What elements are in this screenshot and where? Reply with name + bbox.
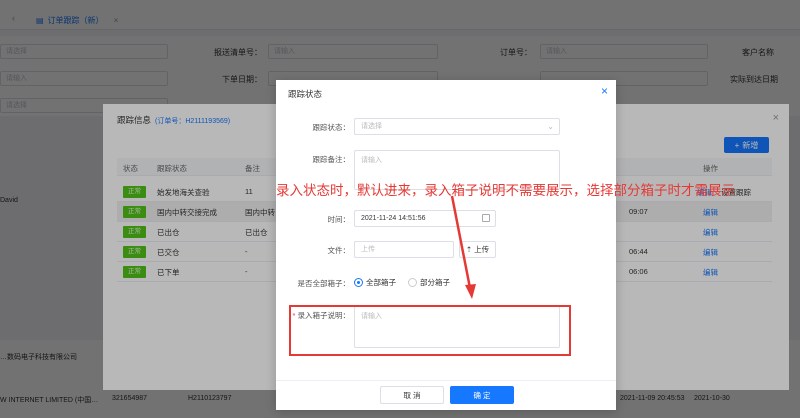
radio-unchecked-icon <box>408 278 417 287</box>
radio-partial-boxes[interactable]: 部分箱子 <box>408 277 450 288</box>
upload-button-label: 上传 <box>474 245 490 254</box>
cancel-button[interactable]: 取 消 <box>380 386 444 404</box>
radio-partial-label: 部分箱子 <box>420 278 450 287</box>
time-label: 时间： <box>327 215 351 224</box>
ok-button[interactable]: 确 定 <box>450 386 514 404</box>
chevron-down-icon: ⌄ <box>547 122 554 131</box>
dialog-footer-divider <box>276 380 616 381</box>
radio-checked-icon <box>354 278 363 287</box>
time-value: 2021-11-24 14:51:56 <box>361 215 426 222</box>
calendar-icon <box>482 214 490 222</box>
time-picker[interactable]: 2021-11-24 14:51:56 <box>354 210 496 227</box>
close-icon[interactable]: × <box>601 84 608 98</box>
dialog-title: 跟踪状态 <box>288 89 323 99</box>
tracking-status-dialog: 跟踪状态 × 跟踪状态： 请选择 ⌄ 跟踪备注： 请输入 时间： 2021-11… <box>276 80 616 410</box>
upload-icon: ⇡ <box>465 245 473 254</box>
tracking-status-placeholder: 请选择 <box>361 123 382 130</box>
annotation-text: 录入状态时，默认进来，录入箱子说明不需要展示，选择部分箱子时才需展示 <box>276 183 735 199</box>
file-label: 文件： <box>327 246 351 255</box>
annotation-highlight-box <box>289 305 571 356</box>
radio-all-boxes[interactable]: 全部箱子 <box>354 277 396 288</box>
radio-all-label: 全部箱子 <box>366 278 396 287</box>
upload-button[interactable]: ⇡ 上传 <box>459 241 496 258</box>
tracking-status-label: 跟踪状态： <box>312 123 351 132</box>
tracking-status-select[interactable]: 请选择 ⌄ <box>354 118 560 135</box>
tracking-remark-label: 跟踪备注： <box>312 155 351 164</box>
file-input[interactable]: 上传 <box>354 241 454 258</box>
all-boxes-label: 是否全部箱子： <box>297 279 351 288</box>
